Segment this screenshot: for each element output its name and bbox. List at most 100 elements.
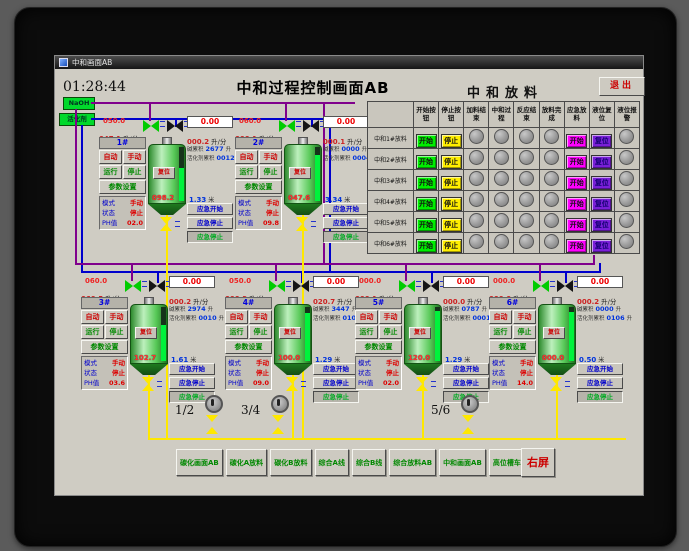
- nav-button[interactable]: 碳化画面AB: [176, 449, 223, 476]
- run-button[interactable]: 运行: [99, 165, 122, 179]
- stop-button[interactable]: 停止: [105, 325, 128, 339]
- nav-button[interactable]: 综合放料AB: [389, 449, 437, 476]
- params-button[interactable]: 参数设置: [489, 340, 536, 354]
- stop-button[interactable]: 停止: [513, 325, 536, 339]
- level-reset-button[interactable]: 复位: [591, 176, 613, 190]
- emergency-stop-indicator[interactable]: 应急停止: [323, 231, 369, 243]
- emergency-stop-indicator[interactable]: 应急停止: [313, 391, 359, 403]
- manual-button[interactable]: 手动: [249, 310, 272, 324]
- nav-button[interactable]: 碳化A放料: [225, 449, 268, 476]
- tank-reset-button[interactable]: 复位: [135, 327, 157, 339]
- drain-valve-icon[interactable]: [160, 217, 180, 231]
- drain-valve-icon[interactable]: [416, 377, 436, 391]
- level-reset-button[interactable]: 复位: [591, 218, 613, 232]
- run-button[interactable]: 运行: [355, 325, 378, 339]
- activator-valve-icon[interactable]: [423, 280, 445, 293]
- auto-button[interactable]: 自动: [355, 310, 378, 324]
- manual-button[interactable]: 手动: [105, 310, 128, 324]
- emergency-stop-button[interactable]: 应急停止: [443, 377, 489, 389]
- params-button[interactable]: 参数设置: [81, 340, 128, 354]
- emergency-start-button[interactable]: 应急开始: [187, 203, 233, 215]
- level-reset-button[interactable]: 复位: [591, 239, 613, 253]
- stop-button[interactable]: 停止: [123, 165, 146, 179]
- params-button[interactable]: 参数设置: [225, 340, 272, 354]
- run-button[interactable]: 运行: [235, 165, 258, 179]
- emergency-discharge-button[interactable]: 开始: [566, 134, 588, 148]
- emergency-stop-indicator[interactable]: 应急停止: [187, 231, 233, 243]
- stop-button[interactable]: 停止: [440, 239, 462, 253]
- pump-icon[interactable]: [461, 395, 479, 413]
- activator-valve-icon[interactable]: [149, 280, 171, 293]
- manual-button[interactable]: 手动: [259, 150, 282, 164]
- alkali-valve-icon[interactable]: [399, 280, 421, 293]
- emergency-stop-button[interactable]: 应急停止: [169, 377, 215, 389]
- emergency-start-button[interactable]: 应急开始: [169, 363, 215, 375]
- start-button[interactable]: 开始: [415, 134, 437, 148]
- alkali-valve-icon[interactable]: [279, 120, 301, 133]
- nav-button[interactable]: 综合B线: [351, 449, 387, 476]
- activator-valve-icon[interactable]: [167, 120, 189, 133]
- tank-reset-button[interactable]: 复位: [409, 327, 431, 339]
- emergency-discharge-button[interactable]: 开始: [566, 176, 588, 190]
- emergency-stop-button[interactable]: 应急停止: [577, 377, 623, 389]
- manual-button[interactable]: 手动: [123, 150, 146, 164]
- stop-button[interactable]: 停止: [440, 218, 462, 232]
- tank-reset-button[interactable]: 复位: [279, 327, 301, 339]
- alkali-valve-icon[interactable]: [533, 280, 555, 293]
- start-button[interactable]: 开始: [415, 218, 437, 232]
- level-reset-button[interactable]: 复位: [591, 155, 613, 169]
- tank-reset-button[interactable]: 复位: [289, 167, 311, 179]
- nav-button[interactable]: 中和画面AB: [439, 449, 486, 476]
- drain-valve-icon[interactable]: [296, 217, 316, 231]
- stop-button[interactable]: 停止: [440, 155, 462, 169]
- nav-button[interactable]: 碳化B放料: [270, 449, 312, 476]
- drain-valve-icon[interactable]: [142, 377, 162, 391]
- stop-button[interactable]: 停止: [379, 325, 402, 339]
- start-button[interactable]: 开始: [415, 155, 437, 169]
- drain-valve-icon[interactable]: [286, 377, 306, 391]
- run-button[interactable]: 运行: [81, 325, 104, 339]
- activator-valve-icon[interactable]: [293, 280, 315, 293]
- auto-button[interactable]: 自动: [81, 310, 104, 324]
- emergency-stop-indicator[interactable]: 应急停止: [577, 391, 623, 403]
- emergency-start-button[interactable]: 应急开始: [577, 363, 623, 375]
- pump-icon[interactable]: [205, 395, 223, 413]
- emergency-discharge-button[interactable]: 开始: [566, 239, 588, 253]
- auto-button[interactable]: 自动: [235, 150, 258, 164]
- stop-button[interactable]: 停止: [259, 165, 282, 179]
- emergency-stop-button[interactable]: 应急停止: [313, 377, 359, 389]
- exit-button[interactable]: 退出: [599, 77, 645, 96]
- right-screen-button[interactable]: 右屏: [521, 448, 555, 477]
- start-button[interactable]: 开始: [415, 176, 437, 190]
- emergency-start-button[interactable]: 应急开始: [443, 363, 489, 375]
- emergency-start-button[interactable]: 应急开始: [313, 363, 359, 375]
- start-button[interactable]: 开始: [415, 197, 437, 211]
- manual-button[interactable]: 手动: [379, 310, 402, 324]
- emergency-discharge-button[interactable]: 开始: [566, 197, 588, 211]
- tank-reset-button[interactable]: 复位: [543, 327, 565, 339]
- manual-button[interactable]: 手动: [513, 310, 536, 324]
- stop-button[interactable]: 停止: [440, 176, 462, 190]
- emergency-discharge-button[interactable]: 开始: [566, 218, 588, 232]
- emergency-start-button[interactable]: 应急开始: [323, 203, 369, 215]
- emergency-discharge-button[interactable]: 开始: [566, 155, 588, 169]
- auto-button[interactable]: 自动: [225, 310, 248, 324]
- run-button[interactable]: 运行: [489, 325, 512, 339]
- run-button[interactable]: 运行: [225, 325, 248, 339]
- start-button[interactable]: 开始: [415, 239, 437, 253]
- tank-reset-button[interactable]: 复位: [153, 167, 175, 179]
- alkali-valve-icon[interactable]: [269, 280, 291, 293]
- level-reset-button[interactable]: 复位: [591, 134, 613, 148]
- params-button[interactable]: 参数设置: [235, 180, 282, 194]
- activator-valve-icon[interactable]: [303, 120, 325, 133]
- emergency-stop-button[interactable]: 应急停止: [323, 217, 369, 229]
- pump-icon[interactable]: [271, 395, 289, 413]
- stop-button[interactable]: 停止: [440, 197, 462, 211]
- nav-button[interactable]: 高位槽车: [488, 449, 525, 476]
- alkali-valve-icon[interactable]: [143, 120, 165, 133]
- drain-valve-icon[interactable]: [550, 377, 570, 391]
- alkali-valve-icon[interactable]: [125, 280, 147, 293]
- stop-button[interactable]: 停止: [440, 134, 462, 148]
- emergency-stop-button[interactable]: 应急停止: [187, 217, 233, 229]
- nav-button[interactable]: 综合A线: [314, 449, 349, 476]
